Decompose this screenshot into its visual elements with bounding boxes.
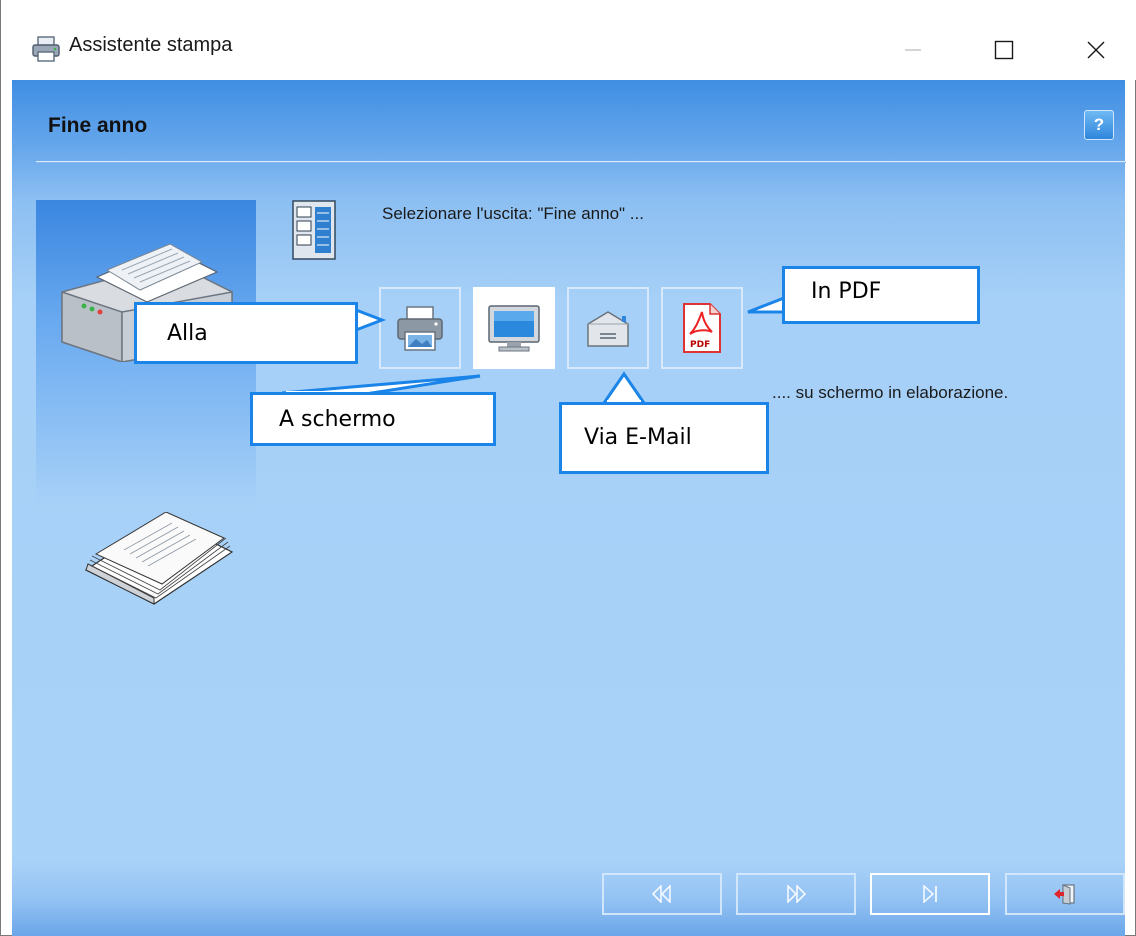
callout-email-label: Via E-Mail: [584, 425, 692, 450]
rewind-icon: [651, 885, 671, 903]
printer-icon: [397, 306, 443, 351]
callout-printer-label: Alla: [167, 321, 208, 346]
pdf-icon: PDF: [683, 303, 721, 353]
callout-printer: Alla: [134, 302, 358, 364]
monitor-icon: [488, 305, 540, 352]
close-icon: [1087, 41, 1105, 59]
maximize-icon: [994, 40, 1014, 60]
svg-text:PDF: PDF: [690, 340, 710, 350]
exit-button[interactable]: [1005, 873, 1125, 915]
close-button[interactable]: [1073, 30, 1119, 70]
client-area: Fine anno ? Selezionare l'uscita: "Fine …: [12, 80, 1126, 936]
page-title: Fine anno: [48, 114, 148, 137]
callout-email: Via E-Mail: [559, 402, 769, 474]
window-title: Assistente stampa: [69, 34, 233, 56]
maximize-button[interactable]: [981, 30, 1027, 70]
status-text: .... su schermo in elaborazione.: [772, 383, 1009, 402]
minimize-icon: [905, 49, 921, 51]
help-button[interactable]: ?: [1084, 110, 1114, 140]
print-to-screen-button[interactable]: [473, 287, 555, 369]
last-page-button[interactable]: [870, 873, 990, 915]
export-pdf-button[interactable]: PDF: [661, 287, 743, 369]
help-icon: ?: [1093, 115, 1105, 134]
pages-illustration: [84, 512, 234, 605]
print-assistant-window: Assistente stampa Fine anno ? Selezionar…: [0, 0, 1136, 936]
skip-end-icon: [923, 885, 937, 903]
callout-pdf-label: In PDF: [811, 279, 882, 304]
next-page-button[interactable]: [736, 873, 856, 915]
printer-icon: [32, 36, 60, 62]
callout-screen: A schermo: [250, 392, 496, 446]
exit-door-icon: [1054, 884, 1075, 905]
report-icon: [292, 200, 336, 260]
title-bar: Assistente stampa: [1, 0, 1136, 80]
envelope-icon: [587, 311, 629, 347]
print-to-printer-button[interactable]: [379, 287, 461, 369]
callout-screen-label: A schermo: [279, 407, 396, 432]
prompt-text: Selezionare l'uscita: "Fine anno" ...: [382, 204, 644, 223]
fast-forward-icon: [787, 885, 807, 903]
callout-pdf: In PDF: [782, 266, 980, 324]
header-divider: [36, 161, 1126, 163]
minimize-button[interactable]: [890, 30, 936, 70]
first-page-button[interactable]: [602, 873, 722, 915]
send-via-email-button[interactable]: [567, 287, 649, 369]
